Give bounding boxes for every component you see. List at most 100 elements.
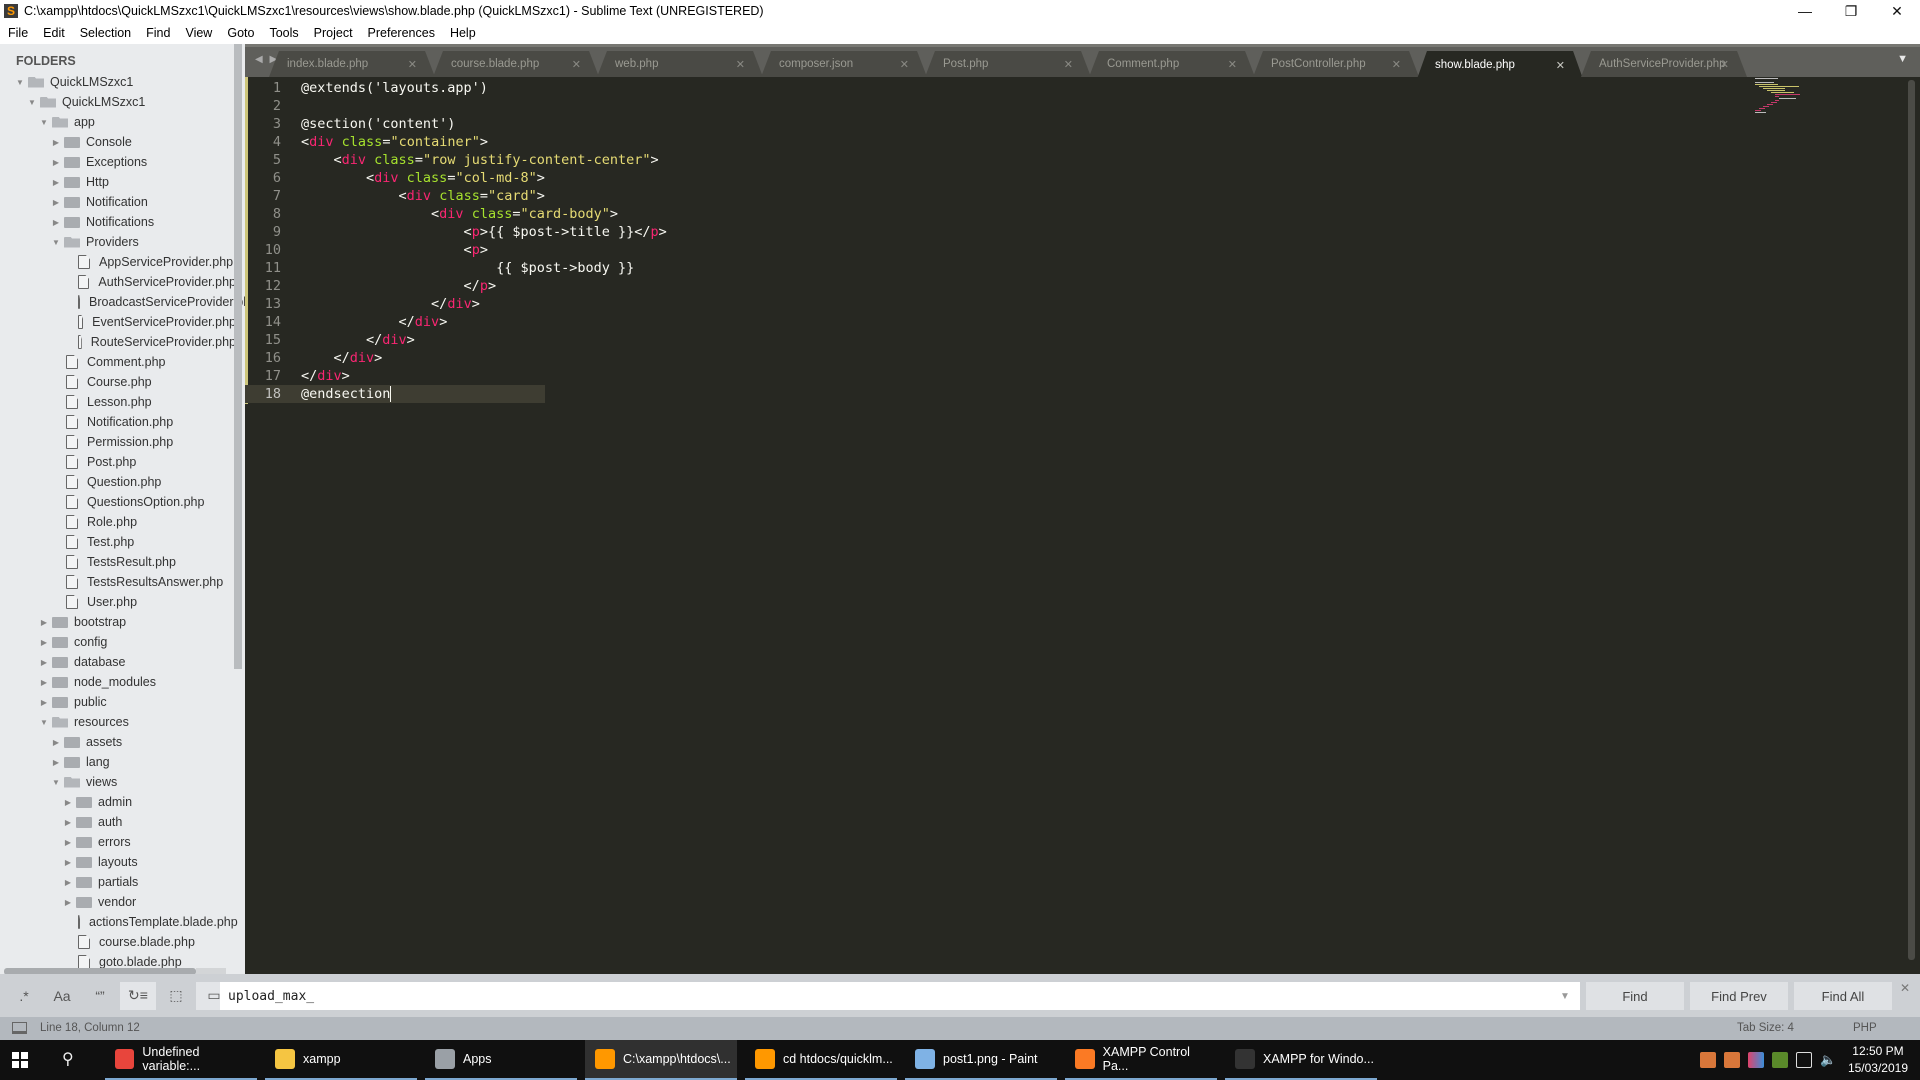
taskbar-item[interactable]: post1.png - Paint: [905, 1040, 1057, 1080]
tab-close-icon[interactable]: ✕: [408, 58, 417, 71]
tree-folder[interactable]: ▶ vendor: [0, 892, 236, 912]
tree-folder[interactable]: ▼ views: [0, 772, 236, 792]
tree-folder[interactable]: ▶ Notification: [0, 192, 236, 212]
tab-close-icon[interactable]: ✕: [1064, 58, 1073, 71]
tree-file[interactable]: actionsTemplate.blade.php: [0, 912, 238, 932]
code-line[interactable]: 10 <p>: [245, 241, 667, 259]
code-editor[interactable]: 1 @extends('layouts.app') 2 3 @section('cont…: [245, 77, 1920, 974]
whole-word-toggle[interactable]: “”: [82, 982, 118, 1010]
tree-file[interactable]: AppServiceProvider.php: [0, 252, 236, 272]
code-line[interactable]: 2: [245, 97, 667, 115]
tree-file[interactable]: Notification.php: [0, 412, 236, 432]
tree-folder[interactable]: ▶ bootstrap: [0, 612, 236, 632]
find-history-dropdown-icon[interactable]: ▼: [1550, 991, 1580, 1002]
tree-folder[interactable]: ▶ Http: [0, 172, 236, 192]
tree-folder[interactable]: ▶ node_modules: [0, 672, 236, 692]
tree-folder[interactable]: ▶ Console: [0, 132, 236, 152]
code-line[interactable]: 14 </div>: [245, 313, 667, 331]
collapsed-arrow-icon[interactable]: ▶: [50, 218, 62, 227]
menu-view[interactable]: View: [177, 26, 219, 40]
windows-start-icon[interactable]: [12, 1052, 28, 1068]
collapsed-arrow-icon[interactable]: ▶: [38, 658, 50, 667]
collapsed-arrow-icon[interactable]: ▶: [62, 858, 74, 867]
tree-file[interactable]: Comment.php: [0, 352, 236, 372]
maximize-button[interactable]: ❐: [1828, 0, 1874, 22]
code-line[interactable]: 16 </div>: [245, 349, 667, 367]
collapsed-arrow-icon[interactable]: ▶: [62, 878, 74, 887]
in-selection-toggle[interactable]: ⬚: [158, 982, 194, 1010]
tree-file[interactable]: Lesson.php: [0, 392, 236, 412]
tree-file[interactable]: Post.php: [0, 452, 236, 472]
tree-folder[interactable]: ▶ database: [0, 652, 236, 672]
taskbar-item[interactable]: xampp: [265, 1040, 417, 1080]
menu-selection[interactable]: Selection: [72, 26, 138, 40]
code-line[interactable]: 13 </div>: [245, 295, 667, 313]
collapsed-arrow-icon[interactable]: ▶: [50, 158, 62, 167]
code-line[interactable]: 7 <div class="card">: [245, 187, 667, 205]
search-icon[interactable]: ⚲: [62, 1049, 74, 1069]
tree-folder[interactable]: ▼ resources: [0, 712, 236, 732]
code-line[interactable]: 8 <div class="card-body">: [245, 205, 667, 223]
collapsed-arrow-icon[interactable]: ▶: [50, 178, 62, 187]
tree-folder[interactable]: ▼ app: [0, 112, 236, 132]
taskbar-item[interactable]: XAMPP for Windo...: [1225, 1040, 1377, 1080]
tab-close-icon[interactable]: ✕: [900, 58, 909, 71]
tree-folder[interactable]: ▼ QuickLMSzxc1: [0, 72, 236, 92]
tree-folder[interactable]: ▶ auth: [0, 812, 236, 832]
code-line[interactable]: 3 @section('content'): [245, 115, 667, 133]
code-line[interactable]: 9 <p>{{ $post->title }}</p>: [245, 223, 667, 241]
tree-file[interactable]: BroadcastServiceProvider.php: [0, 292, 245, 312]
regex-toggle[interactable]: .*: [6, 982, 42, 1010]
collapsed-arrow-icon[interactable]: ▶: [50, 138, 62, 147]
tab-size-indicator[interactable]: Tab Size: 4: [1737, 1022, 1794, 1034]
tree-folder[interactable]: ▶ admin: [0, 792, 236, 812]
tree-file[interactable]: Role.php: [0, 512, 236, 532]
menu-project[interactable]: Project: [306, 26, 360, 40]
menu-preferences[interactable]: Preferences: [360, 26, 442, 40]
find-all-button[interactable]: Find All: [1794, 982, 1892, 1010]
syntax-indicator[interactable]: PHP: [1853, 1022, 1877, 1034]
minimize-button[interactable]: —: [1782, 0, 1828, 22]
wrap-toggle[interactable]: ↻≡: [120, 981, 156, 1010]
tree-file[interactable]: QuestionsOption.php: [0, 492, 236, 512]
tree-file[interactable]: Question.php: [0, 472, 236, 492]
expanded-arrow-icon[interactable]: ▼: [26, 98, 38, 107]
collapsed-arrow-icon[interactable]: ▶: [50, 758, 62, 767]
tab-close-icon[interactable]: ✕: [1228, 58, 1237, 71]
tree-folder[interactable]: ▶ Exceptions: [0, 152, 236, 172]
tab-close-icon[interactable]: ✕: [1556, 59, 1565, 72]
tree-folder[interactable]: ▶ partials: [0, 872, 236, 892]
case-sensitive-toggle[interactable]: Aa: [44, 982, 80, 1010]
menu-help[interactable]: Help: [442, 26, 483, 40]
tab-close-icon[interactable]: ✕: [1720, 58, 1729, 71]
console-toggle-icon[interactable]: [12, 1022, 27, 1034]
expanded-arrow-icon[interactable]: ▼: [14, 78, 26, 87]
tree-file[interactable]: Permission.php: [0, 432, 236, 452]
tab-postcontroller-php[interactable]: PostController.php ✕: [1253, 51, 1419, 77]
menu-tools[interactable]: Tools: [261, 26, 305, 40]
collapsed-arrow-icon[interactable]: ▶: [50, 198, 62, 207]
collapsed-arrow-icon[interactable]: ▶: [62, 838, 74, 847]
volume-icon[interactable]: 🔈: [1820, 1052, 1836, 1068]
tree-folder[interactable]: ▼ Providers: [0, 232, 236, 252]
collapsed-arrow-icon[interactable]: ▶: [62, 798, 74, 807]
tree-file[interactable]: RouteServiceProvider.php: [0, 332, 236, 352]
code-line[interactable]: 4 <div class="container">: [245, 133, 667, 151]
tab-post-php[interactable]: Post.php ✕: [925, 51, 1091, 77]
tab-comment-php[interactable]: Comment.php ✕: [1089, 51, 1255, 77]
code-line[interactable]: 6 <div class="col-md-8">: [245, 169, 667, 187]
tab-index-blade-php[interactable]: index.blade.php ✕: [269, 51, 435, 77]
close-find-panel-icon[interactable]: ✕: [1900, 981, 1910, 995]
code-line[interactable]: 1 @extends('layouts.app'): [245, 79, 667, 97]
menu-goto[interactable]: Goto: [219, 26, 261, 40]
tree-file[interactable]: TestsResultsAnswer.php: [0, 572, 236, 592]
tab-close-icon[interactable]: ✕: [572, 58, 581, 71]
tab-course-blade-php[interactable]: course.blade.php ✕: [433, 51, 599, 77]
find-button[interactable]: Find: [1586, 982, 1684, 1010]
tab-close-icon[interactable]: ✕: [736, 58, 745, 71]
expanded-arrow-icon[interactable]: ▼: [50, 778, 62, 787]
tree-folder[interactable]: ▶ public: [0, 692, 236, 712]
nvidia-icon[interactable]: [1772, 1052, 1788, 1068]
collapsed-arrow-icon[interactable]: ▶: [38, 678, 50, 687]
xampp-tray-icon-2[interactable]: [1724, 1052, 1740, 1068]
